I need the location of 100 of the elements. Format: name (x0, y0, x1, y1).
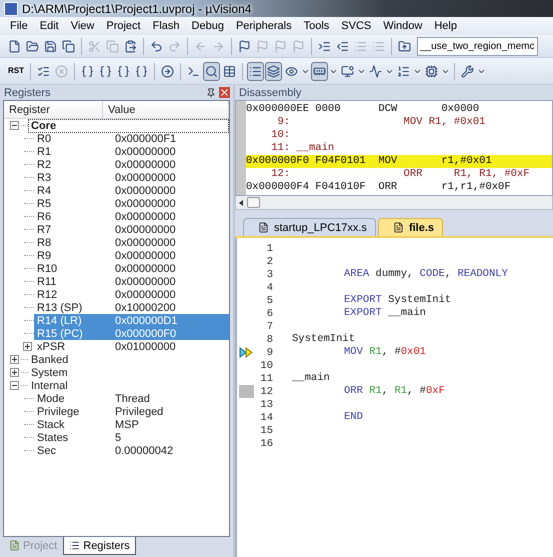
file-icon (392, 222, 404, 233)
register-value: 0x00000000 (115, 224, 176, 236)
register-value: 5 (115, 432, 122, 444)
register-row[interactable]: Sec 0.00000042 (34, 444, 229, 457)
register-row[interactable]: R4 0x00000000 (34, 184, 229, 197)
file-tab[interactable]: file.s (378, 218, 444, 236)
reset-button[interactable]: RST (6, 62, 26, 80)
register-row[interactable]: Stack MSP (34, 418, 229, 431)
tree-group[interactable]: System (28, 366, 71, 380)
register-row[interactable]: Mode Thread (34, 392, 229, 405)
menu-item[interactable]: Flash (146, 20, 186, 32)
expander-icon[interactable] (10, 381, 19, 390)
register-row[interactable]: States 5 (34, 431, 229, 444)
register-name: Privilege (36, 406, 80, 418)
menu-item[interactable]: Tools (298, 20, 336, 32)
step-into-icon (81, 64, 94, 78)
register-value: 0x00000000 (115, 184, 176, 196)
undo-icon (150, 40, 163, 52)
register-row[interactable]: R8 0x00000000 (34, 236, 229, 249)
save-icon (44, 40, 57, 52)
cut-icon (88, 40, 101, 52)
paste-icon (124, 40, 137, 52)
disassembly-line: 11: __main (270, 142, 336, 155)
register-name: R11 (36, 276, 58, 288)
disassembly-button[interactable] (203, 62, 220, 80)
panel-title: Registers (4, 86, 50, 98)
register-name: R5 (36, 198, 52, 210)
line-number: 5 (266, 294, 273, 306)
expander-icon[interactable] (10, 121, 19, 130)
call-stack-icon (267, 64, 280, 78)
register-row[interactable]: R11 0x00000000 (34, 275, 229, 288)
register-name: R0 (36, 132, 52, 144)
line-number: 8 (266, 334, 273, 346)
save-all-icon (62, 40, 75, 52)
menu-item[interactable]: Edit (34, 20, 65, 32)
register-row[interactable]: R6 0x00000000 (34, 210, 229, 223)
call-stack-button[interactable] (265, 62, 282, 80)
register-name: Mode (36, 392, 66, 404)
tree-group[interactable]: Core (28, 118, 229, 132)
file-tab[interactable]: startup_LPC17xx.s (243, 218, 376, 236)
load-icon (398, 40, 411, 52)
target-select[interactable]: __use_two_region_memc (417, 36, 538, 56)
register-value: Thread (115, 392, 150, 404)
menu-item[interactable]: SVCS (335, 20, 378, 32)
scroll-thumb[interactable] (247, 197, 260, 208)
tree-group[interactable]: Banked (28, 352, 72, 366)
menu-item[interactable]: File (4, 20, 34, 32)
register-row[interactable]: R0 0x000000F1 (34, 132, 229, 145)
register-name: R9 (36, 250, 52, 262)
register-row[interactable]: R1 0x00000000 (34, 145, 229, 158)
register-row[interactable]: R2 0x00000000 (34, 158, 229, 171)
menu-item[interactable]: Help (428, 20, 463, 32)
scroll-left-icon[interactable] (239, 200, 243, 206)
code-line: EXPORT SystemInit (343, 294, 452, 307)
forward-arrow-icon (212, 40, 225, 52)
register-row[interactable]: R12 0x00000000 (34, 288, 229, 301)
menu-item[interactable]: Peripherals (230, 20, 298, 32)
tree-group[interactable]: Internal (28, 378, 71, 392)
column-header[interactable]: Register (4, 101, 103, 118)
register-row[interactable]: Privilege Privileged (34, 405, 229, 418)
register-row[interactable]: R13 (SP) 0x10000200 (34, 301, 229, 314)
code-line: SystemInit (292, 333, 356, 346)
register-row[interactable]: R9 0x00000000 (34, 249, 229, 262)
menu-item[interactable]: Window (377, 20, 428, 32)
line-number: 2 (266, 256, 273, 268)
register-row[interactable]: xPSR 0x01000000 (34, 340, 229, 353)
menu-item[interactable]: Project (100, 20, 147, 32)
register-value: 0x00000000 (115, 158, 176, 170)
expander-icon[interactable] (10, 368, 19, 377)
register-value: 0x00000000 (115, 262, 176, 274)
expander-icon[interactable] (10, 355, 19, 364)
menu-item[interactable]: View (64, 20, 100, 32)
code-line: __main (292, 372, 330, 385)
register-value: 0x000000F1 (115, 132, 176, 144)
register-value: 0.00000042 (115, 444, 174, 456)
column-header[interactable]: Value (103, 101, 229, 118)
menu-item[interactable]: Debug (186, 20, 230, 32)
panel-tab[interactable]: Registers (63, 537, 136, 555)
registers-button[interactable] (247, 62, 264, 80)
disassembly-line: 0x000000F4 F041010F ORR r1,r1,#0x0F (246, 181, 512, 194)
line-number: 1 (266, 242, 273, 254)
register-row[interactable]: R10 0x00000000 (34, 262, 229, 275)
register-name: States (36, 432, 70, 444)
pin-icon[interactable] (206, 88, 216, 98)
expander-icon[interactable] (23, 342, 32, 351)
disassembly-line: 12: ORR R1, R1, #0xF (270, 168, 531, 181)
memory-button[interactable] (311, 62, 328, 80)
close-icon[interactable] (219, 87, 230, 98)
register-name: R10 (36, 262, 58, 274)
redo-icon (168, 40, 181, 52)
register-row[interactable]: R5 0x00000000 (34, 197, 229, 210)
horizontal-scrollbar[interactable] (235, 196, 553, 210)
register-row[interactable]: R3 0x00000000 (34, 171, 229, 184)
registers-icon (69, 540, 80, 551)
register-value: 0x00000000 (115, 288, 176, 300)
register-row[interactable]: R7 0x00000000 (34, 223, 229, 236)
watch-icon (285, 64, 298, 78)
serial-window-icon (341, 64, 354, 78)
register-value: 0x00000000 (115, 276, 176, 288)
register-name: xPSR (36, 340, 66, 352)
